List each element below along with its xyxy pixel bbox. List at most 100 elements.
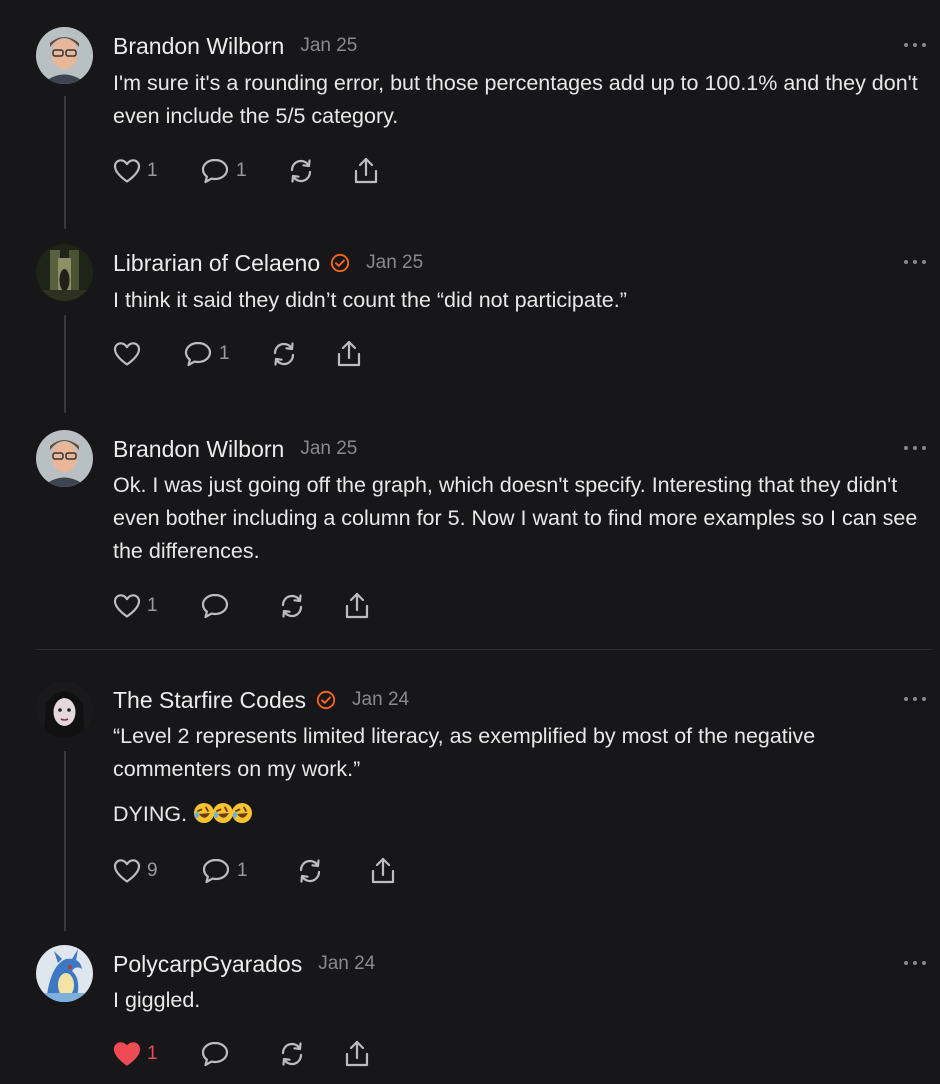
comment-body: I giggled. (113, 984, 925, 1017)
comment-actions: 9 1 (113, 855, 397, 887)
like-button[interactable]: 9 (113, 855, 201, 887)
comment-body: I'm sure it's a rounding error, but thos… (113, 67, 925, 133)
share-button[interactable] (369, 855, 397, 887)
avatar[interactable] (36, 430, 93, 487)
like-button[interactable]: 1 (113, 155, 200, 187)
heart-icon (113, 594, 141, 618)
comment: Librarian of Celaeno Jan 25 I think it s… (36, 244, 940, 414)
more-options-icon[interactable] (904, 41, 926, 49)
comment-actions: 1 (113, 590, 371, 622)
thread-divider (36, 649, 932, 650)
thread-line (64, 751, 66, 931)
comment-text: I giggled. (113, 988, 201, 1012)
avatar[interactable] (36, 681, 93, 738)
share-icon (345, 1040, 369, 1067)
speech-bubble-icon (201, 1041, 229, 1067)
share-icon (337, 340, 361, 367)
heart-icon (113, 859, 141, 883)
restack-button[interactable] (277, 1038, 343, 1070)
like-button[interactable]: 1 (113, 590, 200, 622)
restack-button[interactable] (286, 155, 352, 187)
comment-date[interactable]: Jan 25 (300, 35, 357, 57)
comment: The Starfire Codes Jan 24 “Level 2 repre… (36, 681, 940, 931)
like-button[interactable]: 1 (113, 1038, 200, 1070)
thread-line (64, 96, 66, 229)
speech-bubble-icon (202, 858, 230, 884)
verified-badge-icon (330, 253, 350, 273)
more-options-icon[interactable] (904, 444, 926, 452)
comment-date[interactable]: Jan 25 (366, 252, 423, 274)
avatar[interactable] (36, 945, 93, 1002)
comment-header: Brandon Wilborn Jan 25 (113, 31, 357, 61)
like-count: 9 (147, 860, 158, 881)
restack-icon (290, 159, 312, 183)
speech-bubble-icon (201, 158, 229, 184)
like-count: 1 (147, 1043, 158, 1064)
avatar[interactable] (36, 244, 93, 301)
reply-count: 1 (237, 860, 248, 881)
heart-icon (113, 342, 141, 366)
restack-icon (273, 342, 295, 366)
comment-thread: Brandon Wilborn Jan 25 I'm sure it's a r… (0, 0, 940, 1084)
reply-button[interactable] (200, 1038, 277, 1070)
restack-button[interactable] (295, 855, 369, 887)
verified-badge-icon (316, 690, 336, 710)
reply-button[interactable] (200, 590, 277, 622)
share-icon (371, 857, 395, 884)
comment-text-line: DYING. (113, 798, 925, 831)
reply-count: 1 (236, 160, 247, 181)
author-name[interactable]: Brandon Wilborn (113, 33, 284, 60)
like-count: 1 (147, 160, 158, 181)
comment-body: Ok. I was just going off the graph, whic… (113, 469, 925, 568)
share-icon (345, 592, 369, 619)
author-name[interactable]: PolycarpGyarados (113, 951, 302, 978)
author-name[interactable]: Librarian of Celaeno (113, 250, 320, 277)
speech-bubble-icon (184, 341, 212, 367)
comment-actions: 1 (113, 338, 363, 370)
comment: PolycarpGyarados Jan 24 I giggled. 1 (36, 945, 940, 1084)
share-icon (354, 157, 378, 184)
comment-date[interactable]: Jan 24 (352, 689, 409, 711)
rolling-on-floor-laughing-emoji (231, 802, 253, 824)
comment-body: “Level 2 represents limited literacy, as… (113, 720, 925, 831)
restack-button[interactable] (277, 590, 343, 622)
comment-text: DYING. (113, 802, 188, 826)
share-button[interactable] (335, 338, 363, 370)
comment-actions: 1 (113, 1038, 371, 1070)
restack-icon (281, 1042, 303, 1066)
reply-button[interactable]: 1 (183, 338, 269, 370)
comment: Brandon Wilborn Jan 25 Ok. I was just go… (36, 430, 940, 640)
share-button[interactable] (343, 590, 371, 622)
comment-actions: 1 1 (113, 155, 380, 187)
comment-header: Librarian of Celaeno Jan 25 (113, 248, 423, 278)
reply-count: 1 (219, 343, 230, 364)
comment-text: I think it said they didn’t count the “d… (113, 288, 627, 312)
comment-date[interactable]: Jan 24 (318, 953, 375, 975)
share-button[interactable] (352, 155, 380, 187)
comment-text: Ok. I was just going off the graph, whic… (113, 473, 918, 563)
heart-icon (113, 1042, 141, 1066)
more-options-icon[interactable] (904, 695, 926, 703)
comment-text: “Level 2 represents limited literacy, as… (113, 724, 816, 781)
like-count: 1 (147, 595, 158, 616)
comment: Brandon Wilborn Jan 25 I'm sure it's a r… (36, 27, 940, 229)
like-button[interactable] (113, 338, 183, 370)
comment-date[interactable]: Jan 25 (300, 438, 357, 460)
heart-icon (113, 159, 141, 183)
author-name[interactable]: Brandon Wilborn (113, 436, 284, 463)
reply-button[interactable]: 1 (200, 155, 286, 187)
thread-line (64, 315, 66, 413)
author-name[interactable]: The Starfire Codes (113, 687, 306, 714)
restack-button[interactable] (269, 338, 335, 370)
comment-header: PolycarpGyarados Jan 24 (113, 949, 375, 979)
restack-icon (281, 594, 303, 618)
more-options-icon[interactable] (904, 959, 926, 967)
comment-header: Brandon Wilborn Jan 25 (113, 434, 357, 464)
comment-body: I think it said they didn’t count the “d… (113, 284, 925, 317)
reply-button[interactable]: 1 (201, 855, 295, 887)
avatar[interactable] (36, 27, 93, 84)
more-options-icon[interactable] (904, 258, 926, 266)
share-button[interactable] (343, 1038, 371, 1070)
restack-icon (299, 859, 321, 883)
comment-text: I'm sure it's a rounding error, but thos… (113, 71, 918, 128)
